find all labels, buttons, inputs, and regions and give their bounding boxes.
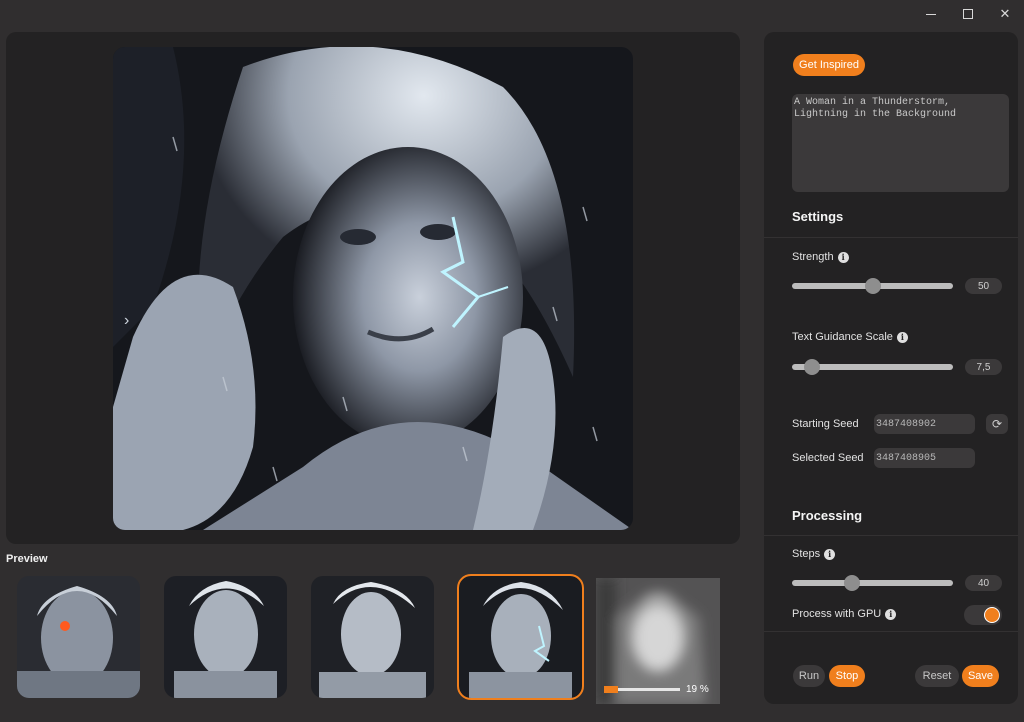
- preview-thumbnail[interactable]: [17, 576, 140, 698]
- progress-percentage: 19 %: [686, 684, 709, 695]
- steps-label: Steps i: [792, 548, 836, 560]
- preview-label: Preview: [6, 553, 48, 565]
- progress-fill: [604, 686, 618, 693]
- info-icon[interactable]: i: [837, 251, 849, 263]
- preview-thumbnail[interactable]: [311, 576, 434, 698]
- divider: [764, 631, 1018, 632]
- guidance-slider[interactable]: [792, 359, 953, 375]
- title-bar: ✕: [0, 0, 1024, 28]
- info-icon[interactable]: i: [885, 608, 897, 620]
- settings-title: Settings: [792, 209, 844, 224]
- preview-thumbnail[interactable]: [164, 576, 287, 698]
- guidance-slider-thumb[interactable]: [804, 359, 820, 375]
- progress-track: [604, 686, 680, 693]
- strength-slider[interactable]: [792, 278, 953, 294]
- refresh-seed-button[interactable]: ⟳: [986, 414, 1008, 434]
- steps-slider-thumb[interactable]: [844, 575, 860, 591]
- selected-seed-label: Selected Seed: [792, 452, 864, 464]
- divider: [764, 535, 1018, 536]
- minimize-button[interactable]: [917, 4, 945, 24]
- stop-button[interactable]: Stop: [829, 665, 865, 687]
- divider: [764, 237, 1018, 238]
- starting-seed-label: Starting Seed: [792, 418, 859, 430]
- minimize-icon: [926, 13, 936, 15]
- reset-button[interactable]: Reset: [915, 665, 959, 687]
- maximize-button[interactable]: [954, 4, 982, 24]
- steps-slider[interactable]: [792, 575, 953, 591]
- guidance-label-text: Text Guidance Scale: [792, 331, 893, 343]
- strength-slider-thumb[interactable]: [865, 278, 881, 294]
- get-inspired-button[interactable]: Get Inspired: [793, 54, 865, 76]
- settings-panel: Get Inspired A Woman in a Thunderstorm, …: [764, 32, 1018, 704]
- processing-title: Processing: [792, 508, 863, 523]
- maximize-icon: [963, 9, 973, 19]
- gpu-toggle-knob: [984, 607, 1000, 623]
- guidance-value[interactable]: 7,5: [965, 359, 1002, 375]
- preview-thumbnail-selected[interactable]: [457, 574, 584, 700]
- refresh-icon: ⟳: [991, 417, 1003, 431]
- previous-image-arrow[interactable]: ›: [124, 312, 129, 330]
- gpu-toggle[interactable]: [964, 605, 1002, 625]
- steps-value[interactable]: 40: [965, 575, 1002, 591]
- gpu-label: Process with GPU i: [792, 608, 897, 620]
- gpu-label-text: Process with GPU: [792, 608, 882, 620]
- info-icon[interactable]: i: [824, 548, 836, 560]
- selected-seed-input[interactable]: 3487408905: [874, 448, 975, 468]
- close-icon: ✕: [999, 6, 1011, 21]
- guidance-label: Text Guidance Scale i: [792, 331, 908, 343]
- generated-image: [113, 47, 633, 530]
- info-icon[interactable]: i: [896, 331, 908, 343]
- prompt-line-1: A Woman in a Thunderstorm,: [794, 97, 951, 108]
- save-button[interactable]: Save: [962, 665, 999, 687]
- strength-label-text: Strength: [792, 251, 834, 263]
- canvas-panel: ›: [6, 32, 740, 544]
- close-button[interactable]: ✕: [991, 4, 1019, 24]
- prompt-line-2: Lightning in the Background: [794, 109, 957, 120]
- generation-progress: 19 %: [604, 684, 709, 695]
- run-button[interactable]: Run: [793, 665, 825, 687]
- strength-label: Strength i: [792, 251, 849, 263]
- starting-seed-input[interactable]: 3487408902: [874, 414, 975, 434]
- steps-label-text: Steps: [792, 548, 821, 560]
- prompt-textarea[interactable]: A Woman in a Thunderstorm, Lightning in …: [792, 94, 1009, 192]
- strength-value[interactable]: 50: [965, 278, 1002, 294]
